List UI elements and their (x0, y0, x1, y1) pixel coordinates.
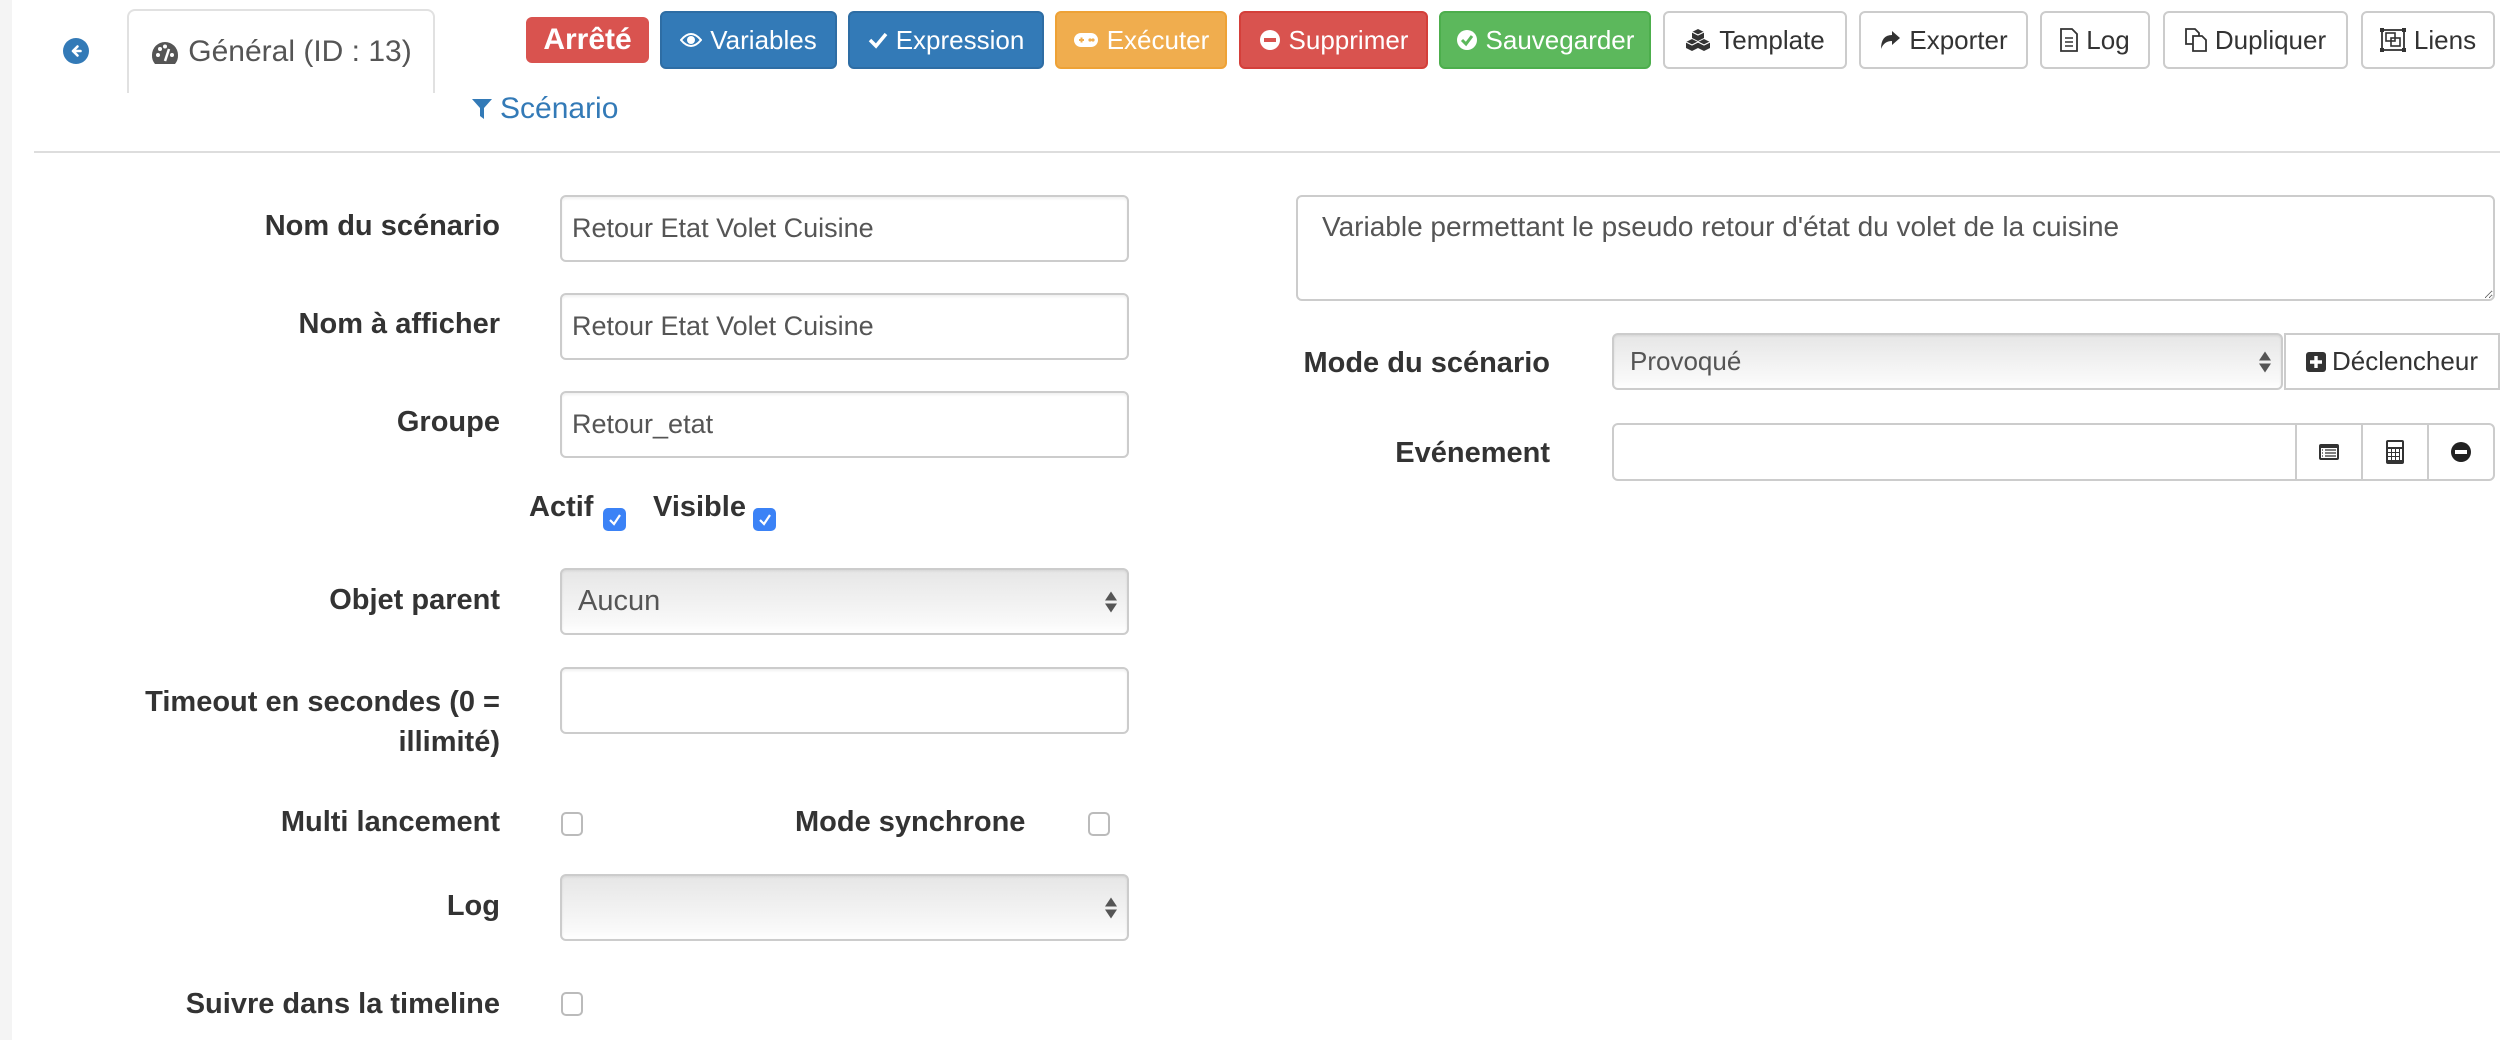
delete-button[interactable]: Supprimer (1239, 11, 1428, 69)
group-input[interactable]: Retour_etat (560, 391, 1129, 458)
expression-button[interactable]: Expression (848, 11, 1044, 69)
display-name-label: Nom à afficher (298, 308, 500, 340)
tabs-divider (34, 151, 2500, 153)
select-arrows-icon (1105, 591, 1117, 612)
scenario-mode-label: Mode du scénario (1303, 347, 1550, 379)
circle-arrow-left-icon (71, 45, 82, 57)
group-label: Groupe (396, 406, 500, 438)
back-button[interactable] (63, 38, 89, 64)
calculator-icon (2386, 440, 2404, 464)
add-trigger-button-label: Déclencheur (2332, 346, 2478, 376)
log-button[interactable]: Log (2040, 11, 2150, 69)
export-button[interactable]: Exporter (1859, 11, 2028, 69)
scenario-name-label: Nom du scénario (264, 210, 500, 242)
sync-mode-checkbox[interactable] (1088, 812, 1110, 836)
links-button[interactable]: Liens (2361, 11, 2495, 69)
log-label: Log (446, 890, 500, 922)
tab-scenario-label: Scénario (500, 92, 619, 125)
template-button[interactable]: Template (1663, 11, 1847, 69)
scenario-mode-value: Provoqué (1630, 346, 1742, 376)
timeline-label: Suivre dans la timeline (185, 988, 500, 1020)
links-button-label: Liens (2413, 24, 2477, 55)
scenario-name-input[interactable]: Retour Etat Volet Cuisine (560, 195, 1129, 262)
active-label: Actif (529, 491, 594, 523)
gamepad-icon (1073, 32, 1099, 48)
event-input-group (1612, 423, 2495, 481)
timeout-label-line1: Timeout en secondes (0 = (145, 686, 500, 718)
description-textarea[interactable] (1296, 195, 2495, 301)
tab-scenario[interactable]: Scénario (472, 92, 618, 126)
plus-square-icon (2306, 351, 2326, 372)
event-label: Evénement (1395, 437, 1550, 469)
remove-event-button[interactable] (2427, 425, 2493, 479)
expression-button-label: Expression (895, 24, 1025, 55)
object-group-icon (2379, 28, 2406, 52)
parent-object-label: Objet parent (329, 584, 500, 616)
tachometer-icon (150, 35, 180, 71)
active-checkbox[interactable] (603, 508, 626, 531)
tab-general[interactable]: Général (ID : 13) (127, 9, 435, 93)
parent-object-select[interactable]: Aucun (560, 568, 1129, 635)
add-trigger-button[interactable]: Déclencheur (2284, 333, 2500, 390)
tab-general-label: Général (ID : 13) (188, 35, 412, 68)
visible-checkbox[interactable] (753, 508, 776, 531)
scenario-mode-select[interactable]: Provoqué (1612, 333, 2283, 390)
filter-icon (472, 97, 492, 121)
check-circle-icon (1456, 29, 1478, 51)
check-icon (608, 513, 621, 526)
template-button-label: Template (1719, 24, 1825, 55)
variables-button-label: Variables (710, 24, 817, 55)
display-name-input[interactable]: Retour Etat Volet Cuisine (560, 293, 1129, 360)
execute-button[interactable]: Exécuter (1055, 11, 1227, 69)
select-info-button[interactable] (2295, 425, 2361, 479)
duplicate-button[interactable]: Dupliquer (2163, 11, 2348, 69)
duplicate-button-label: Dupliquer (2214, 24, 2327, 55)
timeout-label-line2: illimité) (398, 726, 500, 758)
minus-circle-icon (2451, 442, 2471, 462)
select-expression-button[interactable] (2361, 425, 2427, 479)
multi-launch-checkbox[interactable] (561, 812, 583, 836)
save-button-label: Sauvegarder (1485, 24, 1635, 55)
timeline-checkbox[interactable] (561, 992, 583, 1016)
timeout-label: Timeout en secondes (0 = illimité) (145, 682, 500, 762)
event-input[interactable] (1614, 425, 2295, 479)
execute-button-label: Exécuter (1106, 24, 1210, 55)
log-select[interactable] (560, 874, 1129, 941)
parent-object-value: Aucun (578, 585, 661, 617)
save-button[interactable]: Sauvegarder (1439, 11, 1651, 69)
check-icon (758, 513, 771, 526)
page-left-gutter (0, 0, 12, 1040)
log-button-label: Log (2086, 24, 2130, 55)
select-arrows-icon (1105, 897, 1117, 918)
share-icon (1879, 30, 1901, 50)
status-badge: Arrêté (526, 17, 649, 63)
timeout-input[interactable] (560, 667, 1129, 734)
eye-icon (680, 32, 703, 48)
variables-button[interactable]: Variables (660, 11, 837, 69)
check-icon (868, 31, 888, 49)
export-button-label: Exporter (1909, 24, 2008, 55)
sync-mode-label: Mode synchrone (795, 806, 1026, 838)
list-alt-icon (2319, 444, 2339, 460)
minus-circle-icon (1259, 29, 1281, 51)
visible-label: Visible (653, 491, 746, 523)
cubes-icon (1685, 28, 1711, 52)
delete-button-label: Supprimer (1288, 24, 1409, 55)
file-text-icon (2060, 28, 2079, 52)
multi-launch-label: Multi lancement (280, 806, 500, 838)
files-icon (2184, 28, 2207, 52)
select-arrows-icon (2259, 351, 2271, 372)
